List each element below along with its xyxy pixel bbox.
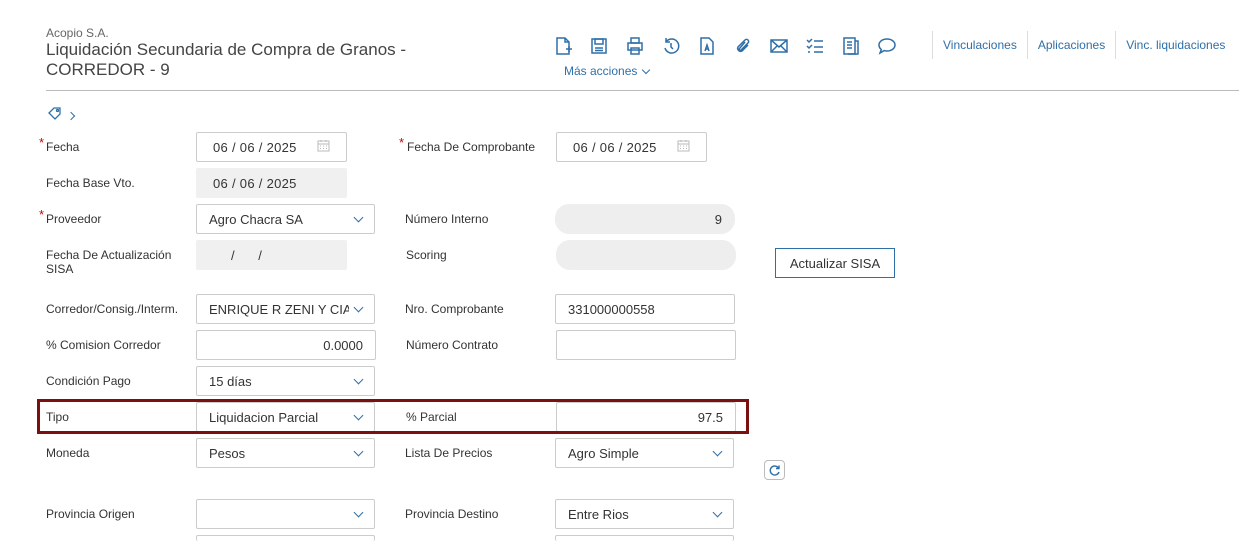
more-actions-menu[interactable]: Más acciones <box>564 64 651 78</box>
new-document-icon[interactable] <box>552 35 574 57</box>
proveedor-select[interactable]: Agro Chacra SA <box>196 204 375 234</box>
numero-interno-field: 9 <box>555 204 735 234</box>
lista-precios-select[interactable]: Agro Simple <box>555 438 734 468</box>
calendar-icon[interactable] <box>317 139 330 155</box>
calendar-icon[interactable] <box>677 139 690 155</box>
mail-icon[interactable] <box>768 35 790 57</box>
comision-corredor-value: 0.0000 <box>323 337 363 353</box>
refresh-button[interactable] <box>764 460 785 480</box>
tag-bar[interactable] <box>48 106 76 125</box>
tag-icon <box>48 106 62 125</box>
fecha-base-vto-label: Fecha Base Vto. <box>46 176 135 190</box>
required-marker: * <box>39 207 45 222</box>
toolbar <box>552 34 912 58</box>
moneda-select[interactable]: Pesos <box>196 438 375 468</box>
provincia-destino-label: Provincia Destino <box>405 507 499 521</box>
lista-precios-value: Agro Simple <box>568 445 639 461</box>
corredor-select[interactable]: ENRIQUE R ZENI Y CIA <box>196 294 375 324</box>
aplicaciones-link[interactable]: Aplicaciones <box>1026 31 1115 59</box>
scoring-label: Scoring <box>406 248 447 262</box>
fecha-value: 06 / 06 / 2025 <box>213 139 297 155</box>
lista-precios-label: Lista De Precios <box>405 446 493 460</box>
condicion-pago-select[interactable]: 15 días <box>196 366 375 396</box>
required-marker: * <box>399 135 405 150</box>
next-row-field[interactable] <box>196 535 375 541</box>
attachment-icon[interactable] <box>732 35 754 57</box>
save-icon[interactable] <box>588 35 610 57</box>
fecha-comprobante-value: 06 / 06 / 2025 <box>573 139 657 155</box>
refresh-icon <box>769 464 780 476</box>
nro-comprobante-input[interactable]: 331000000558 <box>555 294 735 324</box>
comision-corredor-label: % Comision Corredor <box>46 338 161 352</box>
numero-contrato-label: Número Contrato <box>406 338 499 352</box>
numero-interno-label: Número Interno <box>405 212 489 226</box>
proveedor-value: Agro Chacra SA <box>209 211 303 227</box>
highlight-box <box>37 399 749 434</box>
chevron-down-icon <box>353 446 364 457</box>
numero-interno-value: 9 <box>714 211 722 227</box>
fecha-field[interactable]: 06 / 06 / 2025 <box>196 132 347 162</box>
chevron-down-icon <box>712 446 723 457</box>
vinculaciones-link[interactable]: Vinculaciones <box>932 31 1027 59</box>
fecha-label: Fecha <box>46 140 80 154</box>
nro-comprobante-value: 331000000558 <box>568 301 655 317</box>
fecha-actualizacion-sisa-field: / / <box>196 240 347 270</box>
chevron-down-icon <box>353 302 364 313</box>
corredor-value: ENRIQUE R ZENI Y CIA <box>209 301 349 317</box>
corredor-label: Corredor/Consig./Interm. <box>46 302 179 316</box>
provincia-origen-select[interactable] <box>196 499 375 529</box>
print-icon[interactable] <box>624 35 646 57</box>
chevron-down-icon <box>353 212 364 223</box>
fecha-base-vto-value: 06 / 06 / 2025 <box>213 175 297 191</box>
fecha-comprobante-label: Fecha De Comprobante <box>407 140 536 154</box>
required-marker: * <box>39 135 45 150</box>
provincia-origen-label: Provincia Origen <box>46 507 135 521</box>
header-divider <box>46 90 1239 91</box>
comision-corredor-input[interactable]: 0.0000 <box>196 330 376 360</box>
chevron-down-icon <box>353 507 364 518</box>
page-title: Liquidación Secundaria de Compra de Gran… <box>46 40 407 79</box>
moneda-value: Pesos <box>209 445 246 461</box>
company-name: Acopio S.A. <box>46 26 109 40</box>
scoring-field <box>556 240 736 270</box>
provincia-destino-value: Entre Rios <box>568 506 629 522</box>
fecha-base-vto-field: 06 / 06 / 2025 <box>196 168 347 198</box>
proveedor-label: Proveedor <box>46 212 102 226</box>
history-icon[interactable] <box>660 35 682 57</box>
moneda-label: Moneda <box>46 446 90 460</box>
text-document-icon[interactable] <box>696 35 718 57</box>
next-row-field[interactable] <box>555 535 734 541</box>
notes-icon[interactable] <box>840 35 862 57</box>
more-actions-label: Más acciones <box>564 64 638 78</box>
actualizar-sisa-button[interactable]: Actualizar SISA <box>775 248 895 278</box>
chevron-right-icon <box>66 111 76 120</box>
fecha-actualizacion-sisa-label: Fecha De Actualización SISA <box>46 248 172 276</box>
chevron-down-icon <box>642 65 651 75</box>
nro-comprobante-label: Nro. Comprobante <box>405 302 504 316</box>
chevron-down-icon <box>353 374 364 385</box>
toolbar-links: Vinculaciones Aplicaciones Vinc. liquida… <box>932 30 1235 60</box>
condicion-pago-value: 15 días <box>209 373 252 389</box>
checklist-icon[interactable] <box>804 35 826 57</box>
provincia-destino-select[interactable]: Entre Rios <box>555 499 734 529</box>
fecha-comprobante-field[interactable]: 06 / 06 / 2025 <box>556 132 707 162</box>
numero-contrato-input[interactable] <box>556 330 736 360</box>
fecha-actualizacion-sisa-value: / / <box>231 247 262 263</box>
comment-icon[interactable] <box>876 35 898 57</box>
condicion-pago-label: Condición Pago <box>46 374 131 388</box>
vinc-liquidaciones-link[interactable]: Vinc. liquidaciones <box>1115 31 1235 59</box>
chevron-down-icon <box>712 507 723 518</box>
